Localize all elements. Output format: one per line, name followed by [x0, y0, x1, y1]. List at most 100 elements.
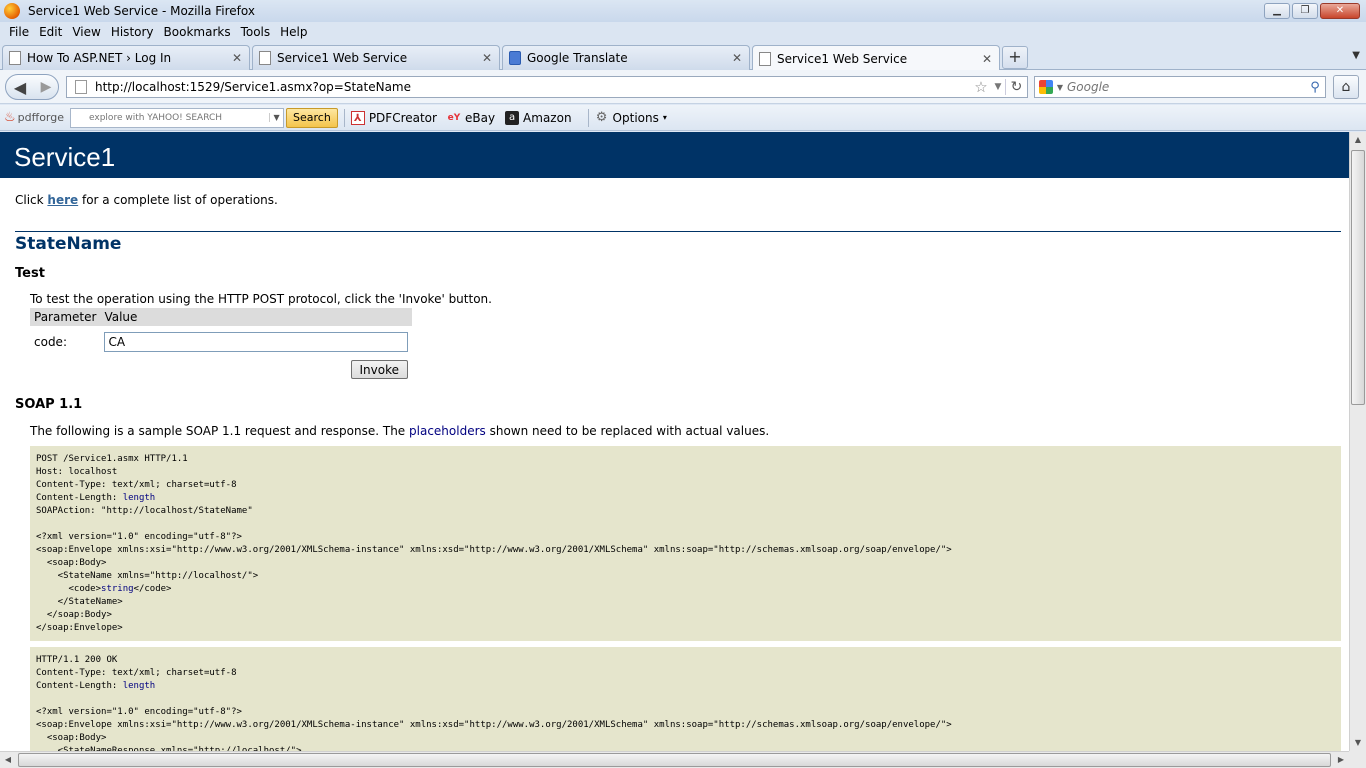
amazon-button[interactable]: a Amazon	[505, 110, 572, 125]
pdfcreator-button[interactable]: ⅄ PDFCreator	[350, 110, 437, 125]
intro-after: for a complete list of operations.	[78, 193, 278, 207]
back-button-icon[interactable]: ◀	[6, 78, 34, 97]
tab-label: How To ASP.NET › Log In	[27, 51, 172, 65]
minimize-button[interactable]: ▁	[1264, 3, 1290, 19]
menu-history[interactable]: History	[106, 25, 159, 39]
test-section: To test the operation using the HTTP POS…	[30, 292, 1341, 379]
placeholder-value: length	[122, 681, 156, 691]
engine-dropdown-icon[interactable]: ▼	[1053, 83, 1067, 92]
page-body: Click here for a complete list of operat…	[0, 193, 1349, 751]
url-history-dropdown-icon[interactable]: ▼	[991, 82, 1005, 92]
amazon-label: Amazon	[523, 110, 572, 125]
scroll-down-icon[interactable]: ▼	[1350, 735, 1366, 751]
test-heading: Test	[15, 266, 45, 281]
tab-label: Service1 Web Service	[277, 51, 408, 65]
vertical-scrollbar[interactable]: ▲ ▼	[1349, 132, 1366, 751]
ebay-button[interactable]: eY eBay	[447, 111, 495, 125]
soap-response-sample: HTTP/1.1 200 OK Content-Type: text/xml; …	[30, 647, 1341, 751]
google-engine-icon[interactable]	[1039, 80, 1053, 94]
amazon-icon: a	[505, 110, 520, 125]
tab-aspnet-login[interactable]: How To ASP.NET › Log In ✕	[2, 45, 250, 70]
tab-label: Google Translate	[527, 51, 628, 65]
options-label: Options	[612, 110, 659, 125]
soap-note-after: shown need to be replaced with actual va…	[485, 424, 770, 438]
soap-request-sample: POST /Service1.asmx HTTP/1.1 Host: local…	[30, 446, 1341, 641]
menu-bar: File Edit View History Bookmarks Tools H…	[0, 22, 1366, 42]
horizontal-scrollbar[interactable]: ◀ ▶	[0, 751, 1349, 768]
gear-icon: ⚙	[595, 109, 608, 125]
operations-list-link[interactable]: here	[47, 193, 78, 207]
toolbar-separator	[587, 108, 589, 127]
invoke-button[interactable]: Invoke	[350, 360, 408, 379]
page-icon	[259, 51, 271, 65]
scroll-up-icon[interactable]: ▲	[1350, 132, 1366, 148]
placeholder-value: string	[101, 584, 134, 594]
tab-service1-a[interactable]: Service1 Web Service ✕	[252, 45, 500, 70]
invoke-row: Invoke	[30, 360, 408, 379]
options-button[interactable]: ⚙ Options ▾	[595, 109, 667, 125]
reload-icon[interactable]: ↻	[1005, 79, 1027, 95]
close-tab-icon[interactable]: ✕	[479, 51, 495, 65]
tab-google-translate[interactable]: Google Translate ✕	[502, 45, 750, 70]
search-bar[interactable]: ▼ ⚲	[1034, 76, 1326, 98]
page-viewport: Service1 Click here for a complete list …	[0, 132, 1349, 751]
menu-view[interactable]: View	[67, 25, 105, 39]
vertical-scroll-thumb[interactable]	[1351, 150, 1365, 405]
google-translate-icon	[509, 51, 521, 65]
intro-before: Click	[15, 193, 48, 207]
new-tab-button[interactable]: +	[1002, 46, 1028, 69]
service-heading: Service1	[0, 132, 1349, 178]
menu-tools[interactable]: Tools	[236, 25, 276, 39]
tab-label: Service1 Web Service	[777, 51, 908, 66]
tab-service1-active[interactable]: Service1 Web Service ✕	[752, 45, 1000, 71]
menu-help[interactable]: Help	[275, 25, 312, 39]
search-input[interactable]	[1067, 80, 1305, 94]
placeholders-term: placeholders	[409, 424, 486, 438]
code-input[interactable]	[104, 332, 409, 352]
close-window-button[interactable]: ✕	[1320, 3, 1360, 19]
ebay-icon: eY	[447, 112, 461, 123]
tab-bar: How To ASP.NET › Log In ✕ Service1 Web S…	[0, 42, 1366, 71]
soap-note-before: The following is a sample SOAP 1.1 reque…	[30, 424, 410, 438]
yahoo-search-button[interactable]: Search	[286, 107, 338, 128]
addon-toolbar: ♨pdfforge ▼ Search ⅄PDFCreator eYeBay aA…	[0, 105, 1366, 131]
bookmark-star-icon[interactable]: ☆	[971, 78, 991, 96]
menu-edit[interactable]: Edit	[34, 25, 67, 39]
url-text[interactable]: http://localhost:1529/Service1.asmx?op=S…	[95, 80, 971, 94]
close-tab-icon[interactable]: ✕	[729, 51, 745, 65]
page-icon	[9, 51, 21, 65]
intro-text: Click here for a complete list of operat…	[15, 193, 1341, 207]
url-bar[interactable]: http://localhost:1529/Service1.asmx?op=S…	[66, 76, 1028, 98]
menu-file[interactable]: File	[4, 25, 34, 39]
yahoo-dropdown-icon[interactable]: ▼	[269, 113, 283, 122]
soap-heading: SOAP 1.1	[15, 397, 83, 412]
list-all-tabs-icon[interactable]: ▼	[1352, 50, 1360, 61]
horizontal-scroll-thumb[interactable]	[18, 753, 1331, 767]
back-forward-group: ◀ ▶	[5, 74, 59, 100]
navigation-bar: ◀ ▶ http://localhost:1529/Service1.asmx?…	[0, 70, 1366, 104]
pdfcreator-label: PDFCreator	[368, 110, 437, 125]
pdfforge-logo[interactable]: ♨ pdfforge	[4, 110, 64, 125]
yahoo-search-input[interactable]	[71, 112, 270, 123]
scroll-left-icon[interactable]: ◀	[0, 752, 16, 768]
toolbar-separator	[343, 108, 345, 127]
close-tab-icon[interactable]: ✕	[979, 52, 995, 66]
options-dropdown-icon: ▾	[662, 113, 667, 122]
close-tab-icon[interactable]: ✕	[229, 51, 245, 65]
window-title: Service1 Web Service - Mozilla Firefox	[28, 4, 255, 18]
search-icon[interactable]: ⚲	[1305, 80, 1325, 95]
yahoo-search-box[interactable]: ▼	[70, 107, 285, 128]
home-icon[interactable]: ⌂	[1333, 75, 1359, 99]
parameter-table: Parameter Value code:	[30, 308, 413, 352]
page-icon	[759, 51, 771, 66]
soap-section: The following is a sample SOAP 1.1 reque…	[30, 424, 1341, 751]
scroll-right-icon[interactable]: ▶	[1333, 752, 1349, 768]
pdfforge-flame-icon: ♨	[4, 110, 16, 125]
scrollbar-corner	[1349, 751, 1366, 768]
maximize-button[interactable]: ❐	[1292, 3, 1318, 19]
soap-note: The following is a sample SOAP 1.1 reque…	[30, 424, 1341, 438]
menu-bookmarks[interactable]: Bookmarks	[159, 25, 236, 39]
divider	[15, 231, 1341, 232]
pdfforge-label: pdfforge	[17, 111, 65, 124]
forward-button-icon[interactable]: ▶	[34, 79, 58, 95]
